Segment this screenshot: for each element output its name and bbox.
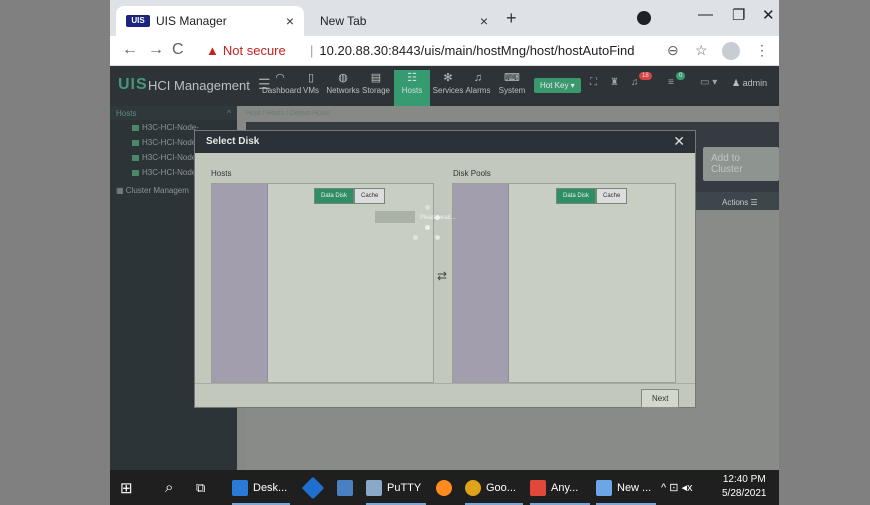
tab-close-icon[interactable]: × — [286, 13, 294, 29]
tab-title: New Tab — [320, 14, 367, 28]
desktop-icon — [232, 479, 248, 496]
new-tab-button[interactable]: + — [506, 8, 517, 29]
loading-spinner-icon — [373, 205, 440, 245]
back-icon[interactable]: ← — [122, 41, 138, 59]
url-text: 10.20.88.30:8443/uis/main/hostMng/host/h… — [319, 43, 635, 58]
tab-close-icon[interactable]: × — [480, 13, 488, 29]
start-icon[interactable]: ⊞ — [120, 470, 133, 505]
taskbar-vpn-app[interactable] — [301, 470, 325, 505]
anydesk-icon — [530, 479, 546, 496]
select-disk-dialog: Select Disk ✕ Hosts Disk Pools Data Disk… — [194, 130, 696, 408]
maximize-icon[interactable]: ❐ — [732, 6, 745, 24]
dialog-close-icon[interactable]: ✕ — [673, 133, 685, 150]
url-field[interactable]: | 10.20.88.30:8443/uis/main/hostMng/host/… — [310, 43, 635, 58]
hosts-list[interactable] — [212, 184, 268, 382]
loading-text: Please wait... — [420, 215, 456, 221]
tab-title: UIS Manager — [156, 14, 227, 28]
tab-new-tab[interactable]: New Tab × — [310, 6, 498, 36]
uis-favicon-icon: UIS — [126, 15, 150, 27]
chrome-icon — [465, 479, 481, 496]
taskbar-notes[interactable]: New ... — [596, 470, 656, 505]
data-disk-tab[interactable]: Data Disk — [556, 188, 597, 204]
taskbar-desktop[interactable]: Desk... — [232, 470, 290, 505]
next-button[interactable]: Next — [641, 389, 680, 408]
tab-bar: UIS UIS Manager × New Tab × + — ❐ ✕ — [110, 0, 779, 36]
disk-pools-panel: Data Disk Cache — [452, 183, 676, 383]
browser-window: UIS UIS Manager × New Tab × + — ❐ ✕ ← → … — [110, 0, 779, 470]
taskbar-firefox[interactable] — [436, 470, 452, 505]
profile-indicator-icon[interactable] — [637, 11, 651, 25]
taskbar-putty[interactable]: PuTTY — [366, 470, 426, 505]
dialog-title: Select Disk — [206, 136, 260, 147]
address-bar: ← → C ▲ Not secure | 10.20.88.30:8443/uis… — [110, 36, 779, 66]
warning-icon: ▲ — [206, 43, 219, 58]
notepad-icon — [596, 479, 612, 496]
windows-taskbar: ⊞ ⌕ ⧉ Desk... PuTTY Goo... Any... New ..… — [110, 470, 779, 505]
diamond-app-icon — [301, 476, 325, 499]
data-disk-tab[interactable]: Data Disk — [314, 188, 355, 204]
security-label: Not secure — [222, 43, 286, 58]
taskbar-anydesk[interactable]: Any... — [530, 470, 590, 505]
reload-icon[interactable]: C — [172, 41, 184, 59]
system-tray[interactable]: ^ ⊡ ◂x — [661, 470, 693, 505]
clock-date: 5/28/2021 — [722, 488, 767, 499]
clock-time: 12:40 PM — [722, 474, 766, 485]
taskbar-clock[interactable]: 12:40 PM 5/28/2021 — [722, 473, 767, 501]
search-icon[interactable]: ⌕ — [165, 470, 173, 505]
dialog-footer-divider — [195, 383, 695, 384]
forward-icon[interactable]: → — [148, 41, 164, 59]
hosts-label: Hosts — [211, 169, 232, 178]
taskbar-remote-app[interactable] — [337, 470, 353, 505]
disk-pools-label: Disk Pools — [453, 169, 491, 178]
task-view-icon[interactable]: ⧉ — [196, 470, 205, 505]
minimize-icon[interactable]: — — [698, 6, 713, 23]
disk-pools-list[interactable] — [453, 184, 509, 382]
tab-uis-manager[interactable]: UIS UIS Manager × — [116, 6, 304, 36]
remote-desktop-icon — [337, 479, 353, 496]
transfer-arrows-icon[interactable]: ⇄ — [437, 269, 447, 283]
dialog-header: Select Disk ✕ — [195, 131, 695, 153]
cache-tab[interactable]: Cache — [596, 188, 628, 204]
putty-icon — [366, 479, 382, 496]
browser-menu-icon[interactable]: ⋮ — [755, 42, 769, 59]
bookmark-star-icon[interactable]: ☆ — [695, 42, 708, 59]
zoom-icon[interactable]: ⊖ — [667, 42, 679, 59]
close-window-icon[interactable]: ✕ — [762, 6, 775, 24]
firefox-icon — [436, 479, 452, 496]
cache-tab[interactable]: Cache — [354, 188, 386, 204]
pools-disk-type-toggle: Data Disk Cache — [556, 188, 628, 204]
hosts-disk-type-toggle: Data Disk Cache — [314, 188, 386, 204]
account-avatar[interactable] — [722, 42, 740, 60]
security-indicator[interactable]: ▲ Not secure — [206, 43, 286, 58]
uis-app: UIS HCI Management ☰ ◠ Dashboard ▯ VMs ◍ Ne… — [110, 66, 779, 470]
taskbar-chrome[interactable]: Goo... — [465, 470, 523, 505]
